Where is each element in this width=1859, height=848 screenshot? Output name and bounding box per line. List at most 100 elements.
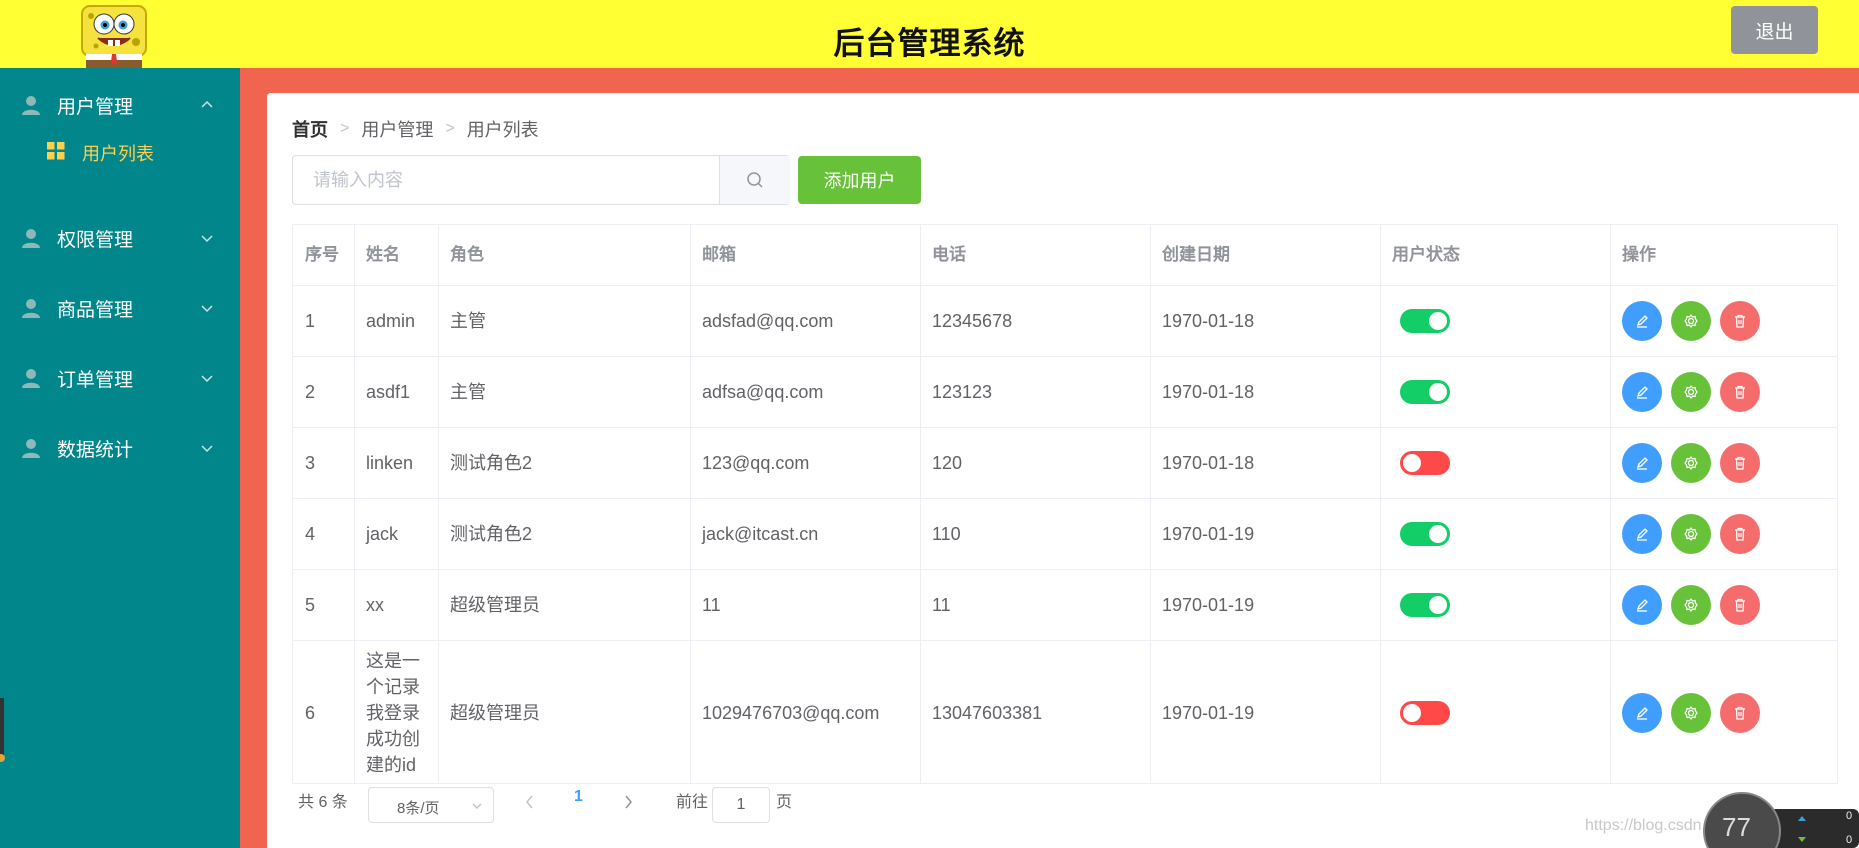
search-box: [292, 155, 790, 205]
cell-role: 测试角色2: [450, 452, 533, 473]
delete-icon: [1732, 526, 1748, 542]
cell-created: 1970-01-18: [1162, 381, 1255, 402]
delete-button[interactable]: [1720, 300, 1760, 341]
cell-email: 11: [702, 594, 721, 615]
delete-button[interactable]: [1720, 584, 1760, 625]
search-icon: [747, 172, 763, 188]
settings-button[interactable]: [1671, 371, 1711, 412]
table-row: 3 linken 测试角色2 123@qq.com 120 1970-01-18: [293, 427, 1837, 498]
cell-index: 3: [305, 452, 316, 473]
delete-button[interactable]: [1720, 371, 1760, 412]
cell-phone: 12345678: [932, 310, 1013, 331]
delete-button[interactable]: [1720, 513, 1760, 554]
switch-knob: [1429, 595, 1447, 614]
cell-index: 6: [305, 702, 316, 723]
user-icon: [22, 439, 40, 458]
setting-icon: [1683, 455, 1699, 471]
cell-name: admin: [366, 310, 416, 331]
delete-icon: [1732, 455, 1748, 471]
settings-button[interactable]: [1671, 692, 1711, 733]
delete-button[interactable]: [1720, 692, 1760, 733]
page-suffix: 页: [776, 794, 793, 811]
status-switch[interactable]: [1400, 379, 1450, 404]
status-switch[interactable]: [1400, 521, 1450, 546]
side-scroll-handle[interactable]: [0, 698, 4, 758]
chevron-up-icon: [201, 100, 213, 108]
col-header-status: 用户状态: [1392, 245, 1460, 264]
cell-name: jack: [366, 523, 399, 544]
cell-phone: 13047603381: [932, 702, 1043, 723]
page-size-select[interactable]: 8条/页: [368, 787, 494, 823]
settings-button[interactable]: [1671, 300, 1711, 341]
cell-email: adsfad@qq.com: [702, 310, 834, 331]
chevron-down-icon: [201, 305, 213, 313]
settings-button[interactable]: [1671, 442, 1711, 483]
cell-email: 123@qq.com: [702, 452, 810, 473]
cell-phone: 123123: [932, 381, 993, 402]
chevron-right-icon: [625, 795, 632, 809]
network-up: 0: [1846, 810, 1853, 822]
page-size-value: 8条/页: [397, 800, 440, 817]
user-icon: [22, 369, 40, 388]
cell-role: 超级管理员: [450, 594, 540, 615]
status-switch[interactable]: [1400, 592, 1450, 617]
edit-icon: [1634, 597, 1650, 613]
setting-icon: [1683, 597, 1699, 613]
logout-button[interactable]: 退出: [1731, 6, 1818, 54]
app-title: 后台管理系统: [833, 26, 1026, 61]
col-header-actions: 操作: [1622, 245, 1656, 264]
cell-email: adfsa@qq.com: [702, 381, 824, 402]
delete-button[interactable]: [1720, 442, 1760, 483]
edit-button[interactable]: [1622, 300, 1662, 341]
menu-order-management[interactable]: 订单管理: [0, 353, 240, 403]
sidebar-item-user-list[interactable]: 用户列表: [0, 128, 240, 174]
breadcrumb: 首页 > 用户管理 > 用户列表: [292, 116, 539, 142]
edit-icon: [1634, 705, 1650, 721]
edit-icon: [1634, 526, 1650, 542]
search-input[interactable]: [293, 156, 719, 204]
cell-index: 4: [305, 523, 316, 544]
edit-button[interactable]: [1622, 584, 1662, 625]
edit-button[interactable]: [1622, 442, 1662, 483]
col-header-created: 创建日期: [1162, 245, 1230, 264]
settings-button[interactable]: [1671, 584, 1711, 625]
cell-name: 这是一个记录我登录成功创建的id: [366, 650, 420, 775]
chevron-left-icon: [526, 795, 533, 809]
col-header-index: 序号: [305, 245, 339, 264]
switch-knob: [1429, 382, 1447, 401]
edit-button[interactable]: [1622, 692, 1662, 733]
page-number-current[interactable]: 1: [574, 788, 583, 822]
cell-created: 1970-01-18: [1162, 310, 1255, 331]
add-user-button[interactable]: 添加用户: [798, 156, 921, 204]
settings-button[interactable]: [1671, 513, 1711, 554]
status-switch[interactable]: [1400, 700, 1450, 725]
next-page-button[interactable]: [622, 794, 634, 828]
cell-phone: 110: [932, 523, 961, 544]
edit-button[interactable]: [1622, 513, 1662, 554]
table-row: 2 asdf1 主管 adfsa@qq.com 123123 1970-01-18: [293, 356, 1837, 427]
table-row: 1 admin 主管 adsfad@qq.com 12345678 1970-01-18: [293, 285, 1837, 356]
setting-icon: [1683, 384, 1699, 400]
breadcrumb-home[interactable]: 首页: [292, 116, 328, 142]
cell-role: 主管: [450, 310, 486, 331]
menu-user-management[interactable]: 用户管理: [0, 80, 240, 130]
menu-goods-management[interactable]: 商品管理: [0, 283, 240, 333]
menu-label: 用户管理: [57, 96, 134, 118]
network-value: 77: [1722, 812, 1751, 842]
cell-email: jack@itcast.cn: [702, 523, 819, 544]
edit-button[interactable]: [1622, 371, 1662, 412]
status-switch[interactable]: [1400, 450, 1450, 475]
goto-page-input[interactable]: 1: [712, 787, 770, 823]
menu-data-statistics[interactable]: 数据统计: [0, 423, 240, 473]
edit-icon: [1634, 384, 1650, 400]
search-button[interactable]: [719, 156, 790, 204]
menu-permission-management[interactable]: 权限管理: [0, 213, 240, 263]
cell-index: 1: [305, 310, 316, 331]
prev-page-button[interactable]: [524, 794, 536, 828]
menu-label: 数据统计: [57, 439, 134, 461]
col-header-name: 姓名: [366, 245, 400, 264]
user-icon: [22, 299, 40, 318]
status-switch[interactable]: [1400, 308, 1450, 333]
network-down: 0: [1846, 834, 1853, 846]
grid-icon: [47, 142, 65, 160]
